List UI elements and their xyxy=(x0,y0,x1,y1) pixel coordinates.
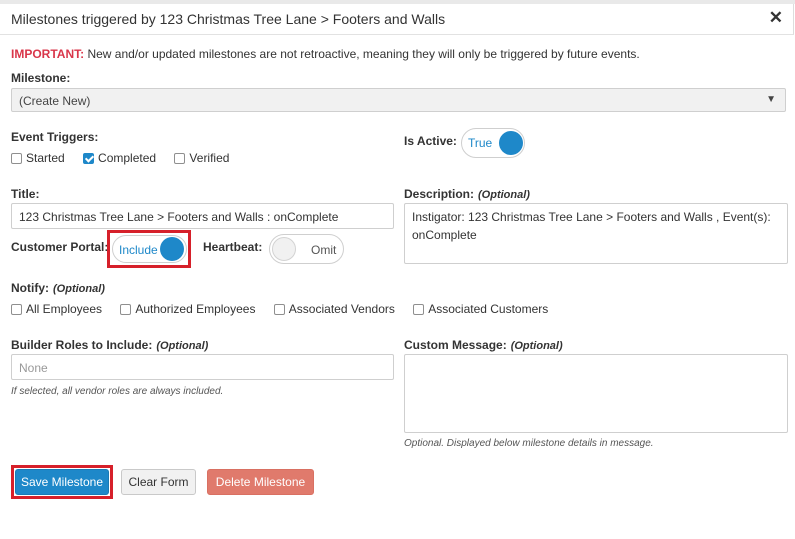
important-text: New and/or updated milestones are not re… xyxy=(84,47,640,61)
notify-label: Notify: xyxy=(11,281,49,295)
notify-authorized-employees-label: Authorized Employees xyxy=(135,302,256,316)
notify-all-employees[interactable]: All Employees xyxy=(11,302,102,316)
custom-message-textarea[interactable] xyxy=(404,354,788,433)
notify-associated-vendors-label: Associated Vendors xyxy=(288,302,395,316)
heartbeat-value: Omit xyxy=(311,243,337,257)
important-label: IMPORTANT: xyxy=(11,47,85,61)
notify-associated-vendors[interactable]: Associated Vendors xyxy=(273,302,395,316)
builder-roles-label: Builder Roles to Include: xyxy=(11,338,153,352)
description-textarea[interactable]: Instigator: 123 Christmas Tree Lane > Fo… xyxy=(404,203,788,264)
notify-associated-customers[interactable]: Associated Customers xyxy=(413,302,548,316)
description-optional: (Optional) xyxy=(478,189,530,201)
custom-message-label: Custom Message: xyxy=(404,338,507,352)
heartbeat-toggle[interactable]: Omit xyxy=(269,234,344,264)
heartbeat-label: Heartbeat: xyxy=(203,240,263,254)
event-triggers-group: Started Completed Verified xyxy=(11,151,244,165)
trigger-started[interactable]: Started xyxy=(11,151,65,165)
title-input[interactable]: 123 Christmas Tree Lane > Footers and Wa… xyxy=(11,203,394,229)
milestone-select[interactable]: (Create New) ▼ xyxy=(11,88,786,112)
builder-roles-hint: If selected, all vendor roles are always… xyxy=(11,386,224,397)
builder-roles-input[interactable]: None xyxy=(11,354,394,380)
custom-message-hint: Optional. Displayed below milestone deta… xyxy=(404,438,654,449)
trigger-verified-label: Verified xyxy=(189,151,230,165)
builder-roles-optional: (Optional) xyxy=(156,340,209,352)
notify-associated-vendors-checkbox[interactable] xyxy=(273,304,285,315)
builder-roles-placeholder: None xyxy=(19,361,48,375)
trigger-started-checkbox[interactable] xyxy=(11,153,22,164)
notify-all-employees-label: All Employees xyxy=(26,302,103,316)
is-active-value: True xyxy=(468,136,493,150)
is-active-knob xyxy=(499,131,523,155)
customer-portal-label: Customer Portal: xyxy=(11,240,109,254)
is-active-label: Is Active: xyxy=(404,134,457,148)
notify-associated-customers-label: Associated Customers xyxy=(428,302,549,316)
important-notice: IMPORTANT: New and/or updated milestones… xyxy=(11,47,640,61)
dialog-header: Milestones triggered by 123 Christmas Tr… xyxy=(0,4,794,35)
notify-authorized-employees[interactable]: Authorized Employees xyxy=(120,302,255,316)
custom-message-label-group: Custom Message: (Optional) xyxy=(404,338,563,352)
notify-optional: (Optional) xyxy=(53,283,105,295)
custom-message-optional: (Optional) xyxy=(510,340,563,352)
description-label: Description: xyxy=(404,187,475,201)
trigger-completed-checkbox[interactable] xyxy=(83,153,95,164)
is-active-toggle[interactable]: True xyxy=(461,128,525,158)
milestone-label: Milestone: xyxy=(11,71,71,85)
trigger-verified[interactable]: Verified xyxy=(174,151,229,165)
description-label-group: Description: (Optional) xyxy=(404,187,530,201)
builder-roles-label-group: Builder Roles to Include: (Optional) xyxy=(11,338,208,352)
trigger-verified-checkbox[interactable] xyxy=(174,153,186,164)
notify-associated-customers-checkbox[interactable] xyxy=(413,304,425,315)
event-triggers-label: Event Triggers: xyxy=(11,130,99,144)
close-icon[interactable]: ✕ xyxy=(769,8,783,28)
heartbeat-knob xyxy=(272,237,296,261)
clear-form-button[interactable]: Clear Form xyxy=(121,469,196,495)
notify-label-group: Notify: (Optional) xyxy=(11,281,105,295)
highlight-box-save xyxy=(11,465,113,499)
highlight-box-customer-portal xyxy=(107,230,191,268)
title-label: Title: xyxy=(11,187,40,201)
trigger-completed[interactable]: Completed xyxy=(83,151,156,165)
notify-group: All Employees Authorized Employees Assoc… xyxy=(11,302,563,316)
notify-authorized-employees-checkbox[interactable] xyxy=(120,304,132,315)
trigger-started-label: Started xyxy=(26,151,65,165)
notify-all-employees-checkbox[interactable] xyxy=(11,304,22,315)
delete-milestone-button[interactable]: Delete Milestone xyxy=(207,469,314,495)
milestone-select-value: (Create New) xyxy=(19,94,91,108)
dialog-title: Milestones triggered by 123 Christmas Tr… xyxy=(11,11,446,27)
trigger-completed-label: Completed xyxy=(98,151,157,165)
chevron-down-icon: ▼ xyxy=(766,94,776,105)
